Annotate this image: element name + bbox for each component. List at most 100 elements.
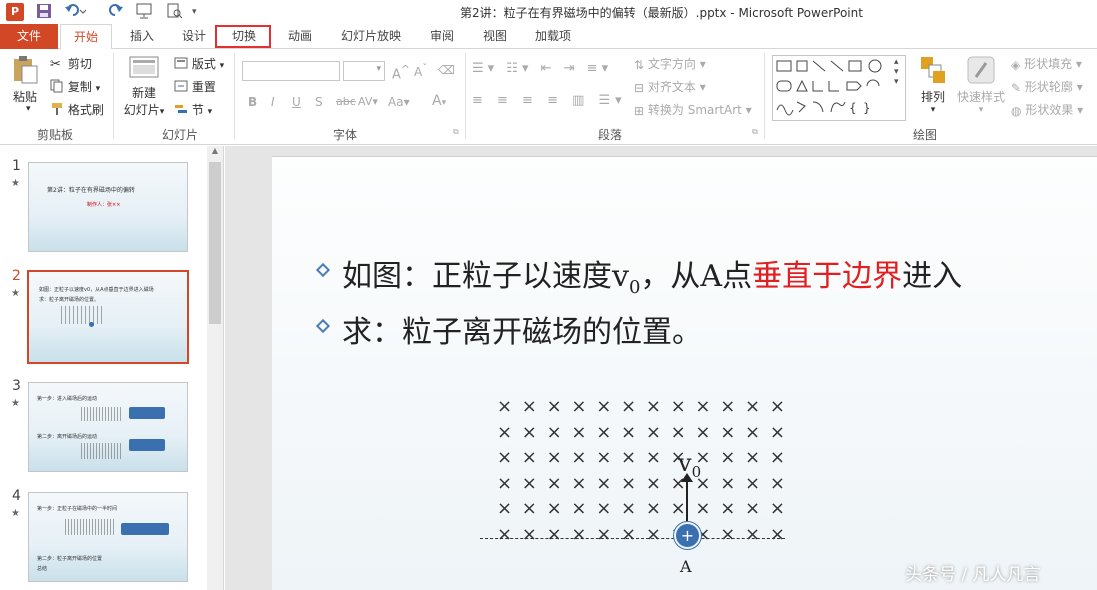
slide-bullet-2[interactable]: 求：粒子离开磁场的位置。 [315,307,702,351]
thumb-callout [129,439,165,451]
char-spacing-button[interactable]: AV▾ [358,95,378,108]
slide-number: 1 [12,158,21,174]
copy-button[interactable]: 复制 ▾ [50,78,100,96]
align-text-icon: ⊟ [634,80,645,95]
text-shadow-button[interactable]: S [315,95,323,109]
print-preview-icon[interactable] [166,3,184,21]
font-color-button[interactable]: A▾ [432,93,446,109]
point-a-label: A [680,557,692,576]
bullet-diamond-icon [315,262,331,278]
format-painter-button[interactable]: 格式刷 [50,101,104,119]
window-title: 第2讲：粒子在有界磁场中的偏转（最新版）.pptx - Microsoft Po… [460,6,863,20]
scroll-up-icon[interactable]: ▲ [207,146,223,155]
slide-thumbnail-3[interactable]: 第一步：进入磁场后的运动 第二步：离开磁场后的运动 [28,382,188,472]
slide-bullet-1[interactable]: 如图：正粒子以速度v0，从A点垂直于边界进入 [315,251,962,298]
shape-fill-button[interactable]: ◈ 形状填充 ▾ [1011,55,1082,72]
thumb-line: 求：粒子离开磁场的位置。 [39,297,100,303]
thumb-callout [121,523,169,535]
slide-number: 2 [12,268,21,284]
slide-canvas[interactable]: 如图：正粒子以速度v0，从A点垂直于边界进入 求：粒子离开磁场的位置。 × × … [272,156,1097,590]
new-slide-button[interactable]: 新建 幻灯片▾ [122,55,166,118]
underline-button[interactable]: U [292,95,301,109]
slide-thumbnails-panel: 1 ★ 第2讲：粒子在有界磁场中的偏转 制作人：张×× 2 ★ 如图：正粒子以速… [0,146,224,590]
arrange-button[interactable]: 排列 ▾ [916,55,950,115]
font-group-label: 字体 [332,128,357,142]
tab-view[interactable]: 视图 [473,24,517,49]
tab-slideshow[interactable]: 幻灯片放映 [335,24,407,49]
x-row: × × × × × × × × × × × × [497,523,787,545]
magnetic-field-x-grid: × × × × × × × × × × × × × × × × × × × × … [497,394,787,547]
copy-icon [50,79,64,96]
slide-number: 4 [12,488,21,504]
clipboard-group-label: 剪贴板 [36,128,73,142]
font-name-combo[interactable] [242,61,340,81]
save-icon[interactable] [36,3,52,21]
bold-button[interactable]: B [248,95,257,109]
powerpoint-app-icon[interactable]: P [6,3,24,21]
shrink-font-button[interactable]: Aˇ [414,63,427,79]
tab-animations[interactable]: 动画 [278,24,322,49]
paragraph-dialog-launcher-icon[interactable]: ⧉ [752,127,758,137]
italic-button[interactable]: I [271,95,275,109]
font-dialog-launcher-icon[interactable]: ⧉ [453,127,459,137]
strikethrough-button[interactable]: abc [336,95,356,108]
tab-insert[interactable]: 插入 [120,24,164,49]
thumb-line: 第二步：离开磁场后的运动 [37,434,98,440]
slide-thumbnail-2-selected[interactable]: 如图：正粒子以速度v0，从A点垂直于边界进入磁场 求：粒子离开磁场的位置。 [27,270,189,364]
customize-qat-icon[interactable]: ▾ [192,3,197,21]
undo-icon[interactable] [64,3,87,21]
thumb-subtitle: 制作人：张×× [87,202,121,208]
bullet-diamond-icon [315,318,331,334]
pen-icon: ✎ [1011,80,1022,95]
paste-dropdown-icon[interactable]: ▾ [26,104,31,114]
start-from-beginning-icon[interactable] [136,3,154,21]
velocity-label: v0 [678,449,702,481]
clear-formatting-icon[interactable]: ⌫ [438,63,455,77]
shape-outline-button[interactable]: ✎ 形状轮廓 ▾ [1011,78,1083,95]
paintbrush-icon [50,102,64,119]
layout-button[interactable]: 版式 ▾ [174,55,224,72]
convert-smartart-button[interactable]: ⊞ 转换为 SmartArt ▾ [634,101,752,118]
effects-icon: ◍ [1011,103,1022,118]
align-text-button[interactable]: ⊟ 对齐文本 ▾ [634,78,706,95]
shapes-gallery-scroll-icon[interactable]: ▴ ▾ ▾ [894,57,899,87]
tab-review[interactable]: 审阅 [420,24,464,49]
watermark: 头条号 / 凡人凡言 [905,565,1041,585]
positive-particle[interactable]: + [674,522,701,549]
layout-icon [174,57,188,72]
grow-font-button[interactable]: A^ [392,63,410,82]
tab-file[interactable]: 文件 [0,24,58,49]
section-button[interactable]: 节 ▾ [174,101,212,118]
cut-button[interactable]: ✂ 剪切 [50,55,92,72]
change-case-button[interactable]: Aa▾ [388,95,410,109]
shapes-gallery-icons: {} [776,59,882,116]
thumb-x-grid [65,519,115,535]
slide-number: 3 [12,378,21,394]
text-direction-button[interactable]: ⇅ 文字方向 ▾ [634,55,706,72]
reset-button[interactable]: 重置 [174,78,216,95]
thumb-title: 第2讲：粒子在有界磁场中的偏转 [47,187,135,194]
tab-home[interactable]: 开始 [60,24,112,50]
list-buttons[interactable]: ☰▾ ☷▾ ⇤ ⇥ ≡▾ [472,61,612,76]
velocity-arrow [686,477,688,523]
redo-icon[interactable] [108,3,124,21]
x-row: × × × × × × × × × × × × [497,396,787,417]
tab-addins[interactable]: 加载项 [528,24,578,49]
thumb-x-grid [81,443,121,459]
shapes-gallery[interactable]: {} [772,55,906,121]
alignment-buttons[interactable]: ≡ ≡ ≡ ≡ ▥ ☰▾ [472,93,627,108]
shape-effects-button[interactable]: ◍ 形状效果 ▾ [1011,101,1083,118]
arrange-icon [919,55,947,88]
scrollbar-thumb[interactable] [209,162,221,324]
transition-star-icon: ★ [11,178,20,189]
slide-thumbnail-4[interactable]: 第一步：正粒子在磁场中的一半时间 第二步：粒子离开磁场的位置 总结 [28,492,188,582]
paint-bucket-icon: ◈ [1011,57,1021,72]
slide-thumbnail-1[interactable]: 第2讲：粒子在有界磁场中的偏转 制作人：张×× [28,162,188,252]
font-size-combo[interactable]: ▾ [343,61,385,81]
paste-button[interactable]: 粘贴 [10,55,40,105]
quick-styles-button[interactable]: 快速样式 ▾ [955,55,1007,115]
thumb-x-grid [81,407,121,421]
tab-design[interactable]: 设计 [172,24,216,49]
x-row: × × × × × × × × × × × × [497,472,787,494]
thumb-line: 第一步：正粒子在磁场中的一半时间 [37,506,118,512]
